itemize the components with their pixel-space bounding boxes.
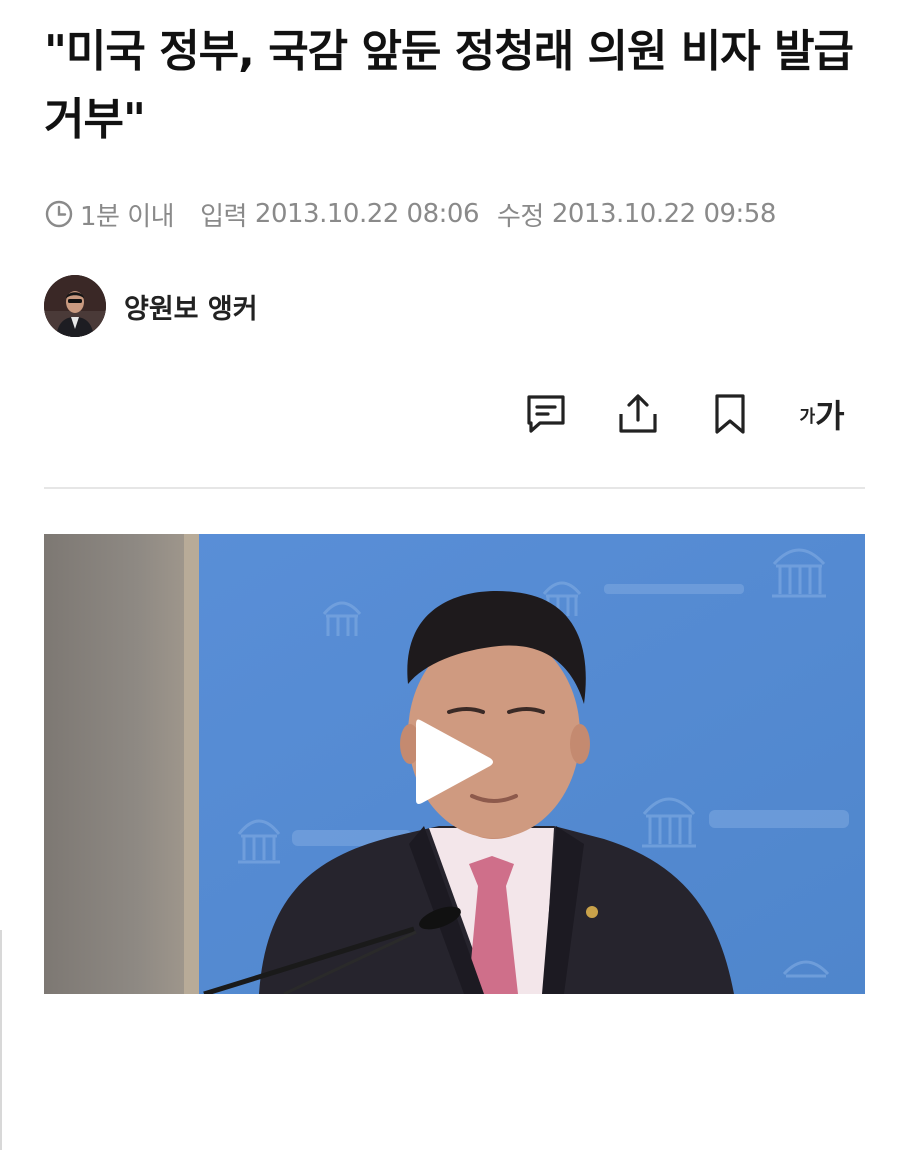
comment-icon: [527, 395, 565, 433]
video-player[interactable]: [44, 534, 865, 994]
font-size-large-glyph: 가: [815, 397, 845, 435]
font-size-small-glyph: 가: [799, 406, 816, 427]
read-time: 1분 이내: [80, 201, 175, 232]
avatar-image: [44, 275, 106, 337]
share-button[interactable]: [612, 388, 664, 440]
bookmark-icon: [715, 394, 745, 434]
reporter-avatar[interactable]: [44, 275, 106, 337]
article-meta: 1분 이내 입력 2013.10.22 08:06 수정 2013.10.22 …: [44, 194, 776, 234]
input-time: 2013.10.22 08:06: [254, 199, 480, 229]
byline[interactable]: 양원보 앵커: [44, 274, 258, 338]
divider: [44, 487, 865, 489]
bookmark-button[interactable]: [704, 388, 756, 440]
play-icon[interactable]: [414, 714, 494, 810]
input-label: 입력: [200, 201, 247, 232]
modified-label: 수정: [496, 201, 544, 232]
reporter-name[interactable]: 양원보 앵커: [124, 287, 258, 326]
article-headline: "미국 정부, 국감 앞둔 정청래 의원 비자 발급 거부": [44, 26, 854, 145]
article-actions: 가가: [520, 384, 848, 444]
comment-button[interactable]: [520, 388, 572, 440]
share-icon: [619, 394, 657, 433]
font-size-button[interactable]: 가가: [796, 388, 848, 440]
clock-icon: [45, 200, 73, 228]
scroll-edge: [0, 930, 2, 1150]
modified-time: 2013.10.22 09:58: [551, 199, 777, 229]
